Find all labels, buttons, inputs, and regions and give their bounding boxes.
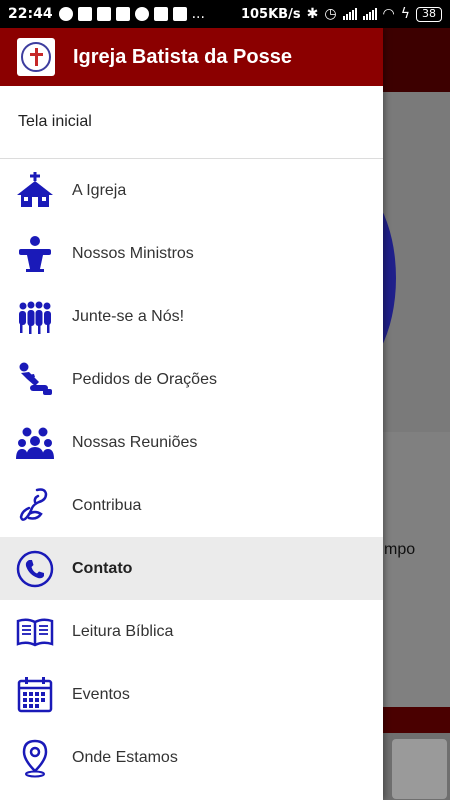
wifi-icon: ◠ bbox=[382, 6, 395, 22]
menu-item-join[interactable]: Junte-se a Nós! bbox=[0, 285, 383, 348]
menu-item-label: Contato bbox=[72, 559, 133, 577]
clock: 22:44 bbox=[8, 6, 53, 22]
signal-icon-2 bbox=[362, 8, 377, 20]
facebook-icon bbox=[153, 7, 168, 21]
phone-icon bbox=[0, 549, 72, 589]
menu-item-events[interactable]: Eventos bbox=[0, 663, 383, 726]
menu-item-label: Junte-se a Nós! bbox=[72, 307, 185, 325]
open-book-icon bbox=[0, 612, 72, 652]
alarm-icon: ◷ bbox=[324, 6, 337, 22]
menu-item-contact[interactable]: Contato bbox=[0, 537, 383, 600]
group-people-icon bbox=[0, 297, 72, 337]
menu-item-contribute[interactable]: Contribua bbox=[0, 474, 383, 537]
church-icon bbox=[0, 171, 72, 211]
do-not-disturb-icon bbox=[58, 7, 73, 21]
signal-icon bbox=[342, 8, 357, 20]
menu-item-ministers[interactable]: Nossos Ministros bbox=[0, 222, 383, 285]
drawer-header: Igreja Batista da Posse bbox=[0, 28, 383, 86]
menu-item-bible-reading[interactable]: Leitura Bíblica bbox=[0, 600, 383, 663]
menu-item-location[interactable]: Onde Estamos bbox=[0, 726, 383, 789]
menu-item-label: Eventos bbox=[72, 685, 130, 703]
download-icon bbox=[172, 7, 187, 21]
kneeling-prayer-icon bbox=[0, 360, 72, 400]
location-pin-icon bbox=[0, 738, 72, 778]
app-title: Igreja Batista da Posse bbox=[73, 45, 292, 68]
menu-item-label: Onde Estamos bbox=[72, 748, 178, 766]
background-text: mpo bbox=[384, 541, 416, 558]
message-icon bbox=[77, 7, 92, 21]
menu-item-label: A Igreja bbox=[72, 181, 127, 199]
background-image bbox=[392, 739, 447, 799]
menu-item-label: Pedidos de Orações bbox=[72, 370, 217, 388]
charging-icon: ϟ bbox=[400, 6, 410, 22]
bluetooth-icon: ✱ bbox=[306, 6, 319, 22]
meeting-people-icon bbox=[0, 423, 72, 463]
menu-item-meetings[interactable]: Nossas Reuniões bbox=[0, 411, 383, 474]
calendar-icon bbox=[0, 675, 72, 715]
status-bar: 22:44 ... 105KB/s ✱ ◷ ◠ ϟ 38 bbox=[0, 0, 450, 28]
menu-item-label: Contribua bbox=[72, 496, 142, 514]
youtube-icon bbox=[96, 7, 111, 21]
church-logo bbox=[17, 38, 55, 76]
chat-icon bbox=[115, 7, 130, 21]
pulpit-icon bbox=[0, 234, 72, 274]
network-speed: 105KB/s bbox=[240, 6, 301, 22]
battery-icon: 38 bbox=[416, 6, 442, 22]
at-icon bbox=[134, 7, 149, 21]
notification-icons: ... bbox=[58, 6, 205, 22]
menu-item-label: Leitura Bíblica bbox=[72, 622, 174, 640]
menu-item-church[interactable]: A Igreja bbox=[0, 159, 383, 222]
navigation-drawer: Igreja Batista da Posse Tela inicial A I… bbox=[0, 28, 383, 800]
menu-item-label: Nossas Reuniões bbox=[72, 433, 198, 451]
menu-item-prayer-requests[interactable]: Pedidos de Orações bbox=[0, 348, 383, 411]
offering-icon bbox=[0, 486, 72, 526]
more-notifications-icon: ... bbox=[191, 6, 205, 22]
menu-item-home[interactable]: Tela inicial bbox=[0, 86, 383, 159]
menu-item-label: Nossos Ministros bbox=[72, 244, 194, 262]
